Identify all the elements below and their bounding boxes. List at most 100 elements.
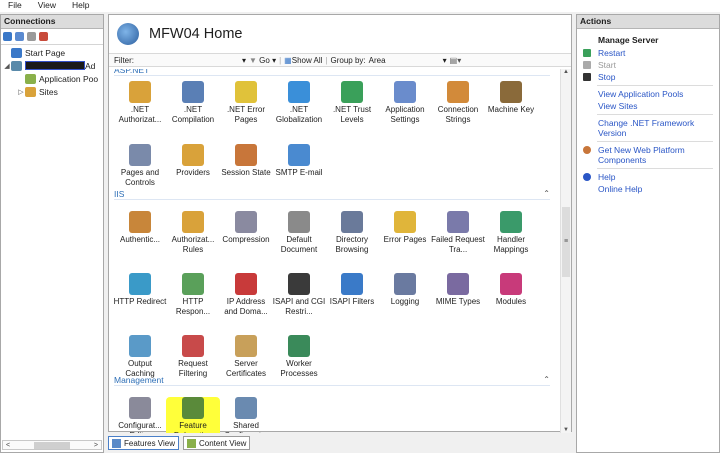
action-stop[interactable]: Stop (577, 72, 719, 82)
feature-tile[interactable]: ISAPI Filters (325, 273, 379, 307)
feature-tile[interactable]: Handler Mappings (484, 211, 538, 255)
action-view-sites[interactable]: View Sites (577, 101, 719, 111)
feature-tile[interactable]: .NET Compilation (166, 81, 220, 125)
action-start[interactable]: Start (577, 60, 719, 70)
tree-item[interactable]: ▷ Sites (1, 85, 103, 98)
features-scroll-thumb[interactable]: ≡ (562, 207, 570, 277)
action-label: View Application Pools (598, 89, 684, 99)
authorization-rules-icon (182, 211, 204, 233)
section-header-management[interactable]: Management ⌃ (114, 375, 550, 386)
handler-mappings-icon (500, 211, 522, 233)
section-header-aspnet[interactable]: ASP.NET ⌃ (114, 69, 550, 76)
group-by-select[interactable]: Area ▾ (369, 56, 447, 65)
menu-file[interactable]: File (0, 0, 30, 12)
collapse-icon[interactable]: ⌃ (543, 69, 550, 74)
show-all-label: Show All (291, 55, 323, 65)
section-header-iis[interactable]: IIS ⌃ (114, 189, 550, 200)
action-change-net-framework-version[interactable]: Change .NET Framework Version (577, 118, 719, 138)
feature-label: HTTP Respon... (175, 297, 211, 316)
feature-tile[interactable]: Output Caching (113, 335, 167, 379)
feature-tile[interactable]: Shared Configurat... (219, 397, 273, 433)
feature-label: Feature Delegation (174, 421, 212, 433)
up-icon[interactable] (27, 32, 36, 41)
feature-tile[interactable]: Pages and Controls (113, 144, 167, 188)
collapse-icon[interactable]: ⌃ (543, 375, 550, 384)
feature-tile[interactable]: Failed Request Tra... (431, 211, 485, 255)
feature-tile[interactable]: HTTP Redirect (113, 273, 167, 307)
action-get-new-web-platform-components[interactable]: Get New Web Platform Components (577, 145, 719, 165)
collapse-icon[interactable]: ⌃ (543, 189, 550, 198)
action-help[interactable]: Help (577, 172, 719, 182)
feature-label: Failed Request Tra... (431, 235, 485, 254)
ip-address-domain-icon (235, 273, 257, 295)
connections-scrollbar[interactable]: < > (2, 440, 102, 450)
feature-label: Machine Key (487, 105, 535, 114)
tab-content-view[interactable]: Content View (183, 436, 251, 450)
tab-features-view[interactable]: Features View (108, 436, 179, 450)
feature-tile[interactable]: Request Filtering (166, 335, 220, 379)
feature-tile[interactable]: Modules (484, 273, 538, 307)
scroll-up-arrow[interactable]: ▲ (561, 69, 571, 75)
connections-title: Connections (1, 15, 103, 29)
feature-tile[interactable]: Connection Strings (431, 81, 485, 125)
feature-tile[interactable]: .NET Authorizat... (113, 81, 167, 125)
content-view-icon (187, 438, 196, 448)
features-scrollbar[interactable]: ▲ ≡ ▼ (560, 69, 571, 433)
server-home-icon (117, 23, 139, 45)
tree-item[interactable]: ◢ Ad (1, 59, 103, 72)
menu-help[interactable]: Help (64, 0, 97, 12)
feature-tile[interactable]: Feature Delegation (166, 397, 220, 433)
delete-connection-icon[interactable] (39, 32, 48, 41)
expander-icon[interactable]: ▷ (17, 88, 25, 96)
connect-icon[interactable] (3, 32, 12, 41)
scroll-down-arrow[interactable]: ▼ (561, 427, 571, 433)
save-icon[interactable] (15, 32, 24, 41)
feature-tile[interactable]: Compression (219, 211, 273, 245)
view-mode-icon[interactable]: ▤▾ (450, 56, 462, 65)
filter-dropdown-arrow-icon[interactable]: ▾ (242, 56, 246, 65)
feature-tile[interactable]: Default Document (272, 211, 326, 255)
providers-icon (182, 144, 204, 166)
section-title: ASP.NET (114, 69, 150, 75)
feature-tile[interactable]: Server Certificates (219, 335, 273, 379)
expander-icon[interactable]: ◢ (3, 62, 11, 70)
feature-tile[interactable]: .NET Trust Levels (325, 81, 379, 125)
feature-tile[interactable]: Worker Processes (272, 335, 326, 379)
go-button[interactable]: ▼ Go ▾ (249, 56, 276, 65)
feature-tile[interactable]: Machine Key (484, 81, 538, 115)
feature-tile[interactable]: Authentic... (113, 211, 167, 245)
configuration-editor-icon (129, 397, 151, 419)
tree-item[interactable]: Start Page (1, 46, 103, 59)
feature-tile[interactable]: Providers (166, 144, 220, 178)
feature-tile[interactable]: Application Settings (378, 81, 432, 125)
feature-tile[interactable]: .NET Error Pages (219, 81, 273, 125)
feature-tile[interactable]: Configurat... Editor (113, 397, 167, 433)
menu-view[interactable]: View (30, 0, 64, 12)
actions-separator (597, 85, 713, 86)
feature-tile[interactable]: Logging (378, 273, 432, 307)
feature-tile[interactable]: Authorizat... Rules (166, 211, 220, 255)
feature-tile[interactable]: Directory Browsing (325, 211, 379, 255)
feature-tile[interactable]: MIME Types (431, 273, 485, 307)
action-label: View Sites (598, 101, 638, 111)
feature-tile[interactable]: Error Pages (378, 211, 432, 245)
application-settings-icon (394, 81, 416, 103)
show-all-button[interactable]: ▦Show All (284, 56, 322, 65)
filter-input[interactable] (137, 55, 239, 66)
feature-tile[interactable]: .NET Globalization (272, 81, 326, 125)
feature-tile[interactable]: SMTP E-mail (272, 144, 326, 178)
feature-tile[interactable]: Session State (219, 144, 273, 178)
scroll-right-arrow[interactable]: > (94, 442, 98, 449)
scroll-thumb[interactable] (34, 441, 70, 449)
feature-tile[interactable]: HTTP Respon... (166, 273, 220, 317)
feature-tile[interactable]: IP Address and Doma... (219, 273, 273, 317)
default-document-icon (288, 211, 310, 233)
tree-item[interactable]: Application Poo (1, 72, 103, 85)
failed-request-tracing-icon (447, 211, 469, 233)
action-online-help[interactable]: Online Help (577, 184, 719, 194)
scroll-left-arrow[interactable]: < (6, 442, 10, 449)
action-restart[interactable]: Restart (577, 48, 719, 58)
feature-tile[interactable]: ISAPI and CGI Restri... (272, 273, 326, 317)
action-view-application-pools[interactable]: View Application Pools (577, 89, 719, 99)
http-redirect-icon (129, 273, 151, 295)
